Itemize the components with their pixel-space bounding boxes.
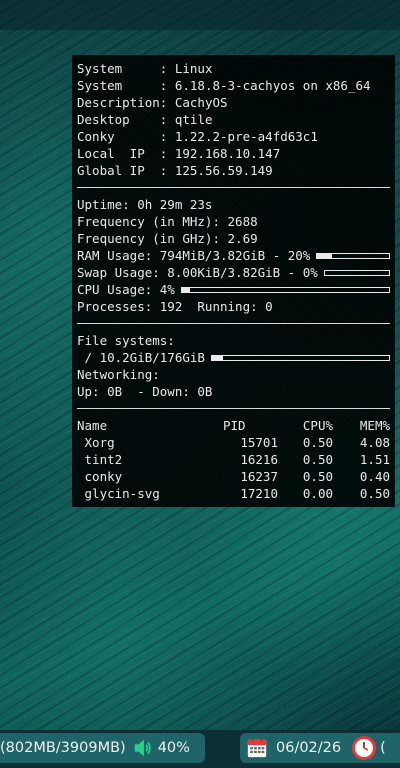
- filesystem-root-label: / 10.2GiB/176GiB: [77, 350, 205, 365]
- process-table: Name PID CPU% MEM% Xorg 15701 0.50 4.08 …: [77, 417, 390, 502]
- system-info: System : Linux System : 6.18.8-3-cachyos…: [77, 60, 390, 179]
- date-display[interactable]: 06/02/26: [276, 740, 341, 756]
- ram-usage: RAM Usage: 794MiB/3.82GiB - 20%: [77, 247, 390, 264]
- swap-usage-bar: [323, 269, 390, 276]
- system-info-row: Global IP : 125.56.59.149: [77, 163, 273, 178]
- processes: Processes: 192 Running: 0: [77, 299, 273, 314]
- tray-overflow: (: [380, 740, 386, 756]
- swap-usage-label: Swap Usage: 8.00KiB/3.82GiB - 0%: [77, 265, 318, 280]
- system-info-row: Local IP : 192.168.10.147: [77, 146, 281, 161]
- table-row: tint2 16216 0.50 1.51: [77, 452, 390, 467]
- process-table-header: Name PID CPU% MEM%: [77, 417, 390, 434]
- system-info-row: Conky : 1.22.2-pre-a4fd63c1: [77, 129, 318, 144]
- filesystem-root: / 10.2GiB/176GiB: [77, 349, 390, 366]
- calendar-icon[interactable]: [246, 737, 268, 759]
- cpu-usage: CPU Usage: 4%: [77, 281, 390, 298]
- table-row: conky 16237 0.50 0.40: [77, 469, 390, 484]
- network-up-down: Up: 0B - Down: 0B: [77, 384, 213, 399]
- frequency-mhz: Frequency (in MHz): 2688: [77, 214, 258, 229]
- filesystem-root-bar: [210, 354, 390, 361]
- taskbar: (802MB/3909MB) 40% 06/02/26 (: [0, 730, 400, 768]
- clock-icon[interactable]: [351, 735, 377, 761]
- memory-indicator[interactable]: (802MB/3909MB): [0, 740, 126, 756]
- speaker-icon[interactable]: [132, 737, 154, 759]
- networking-title: Networking:: [77, 367, 160, 382]
- divider: [77, 187, 390, 188]
- system-info-row: System : 6.18.8-3-cachyos on x86_64: [77, 78, 371, 93]
- divider: [77, 323, 390, 324]
- ram-usage-label: RAM Usage: 794MiB/3.82GiB - 20%: [77, 248, 311, 263]
- header-pid: PID: [223, 418, 246, 433]
- system-info-row: Desktop : qtile: [77, 112, 213, 127]
- system-tray-left: (802MB/3909MB) 40%: [0, 733, 205, 763]
- cpu-usage-bar: [180, 286, 390, 293]
- top-strip: [0, 0, 400, 30]
- table-row: glycin-svg 17210 0.00 0.50: [77, 486, 390, 501]
- system-info-row: Description: CachyOS: [77, 95, 228, 110]
- header-name: Name: [77, 418, 108, 433]
- ram-usage-bar: [316, 252, 390, 259]
- system-tray-right: 06/02/26 (: [240, 733, 400, 763]
- conky-panel: System : Linux System : 6.18.8-3-cachyos…: [72, 55, 395, 507]
- frequency-ghz: Frequency (in GHz): 2.69: [77, 231, 258, 246]
- swap-usage: Swap Usage: 8.00KiB/3.82GiB - 0%: [77, 264, 390, 281]
- uptime: Uptime: 0h 29m 23s: [77, 197, 213, 212]
- filesystems-title: File systems:: [77, 333, 175, 348]
- header-cpu: CPU%: [302, 418, 333, 433]
- cpu-usage-label: CPU Usage: 4%: [77, 282, 175, 297]
- table-row: Xorg 15701 0.50 4.08: [77, 435, 390, 450]
- divider: [77, 408, 390, 409]
- system-info-row: System : Linux: [77, 61, 213, 76]
- header-mem: MEM%: [359, 418, 390, 433]
- volume-level[interactable]: 40%: [158, 740, 190, 756]
